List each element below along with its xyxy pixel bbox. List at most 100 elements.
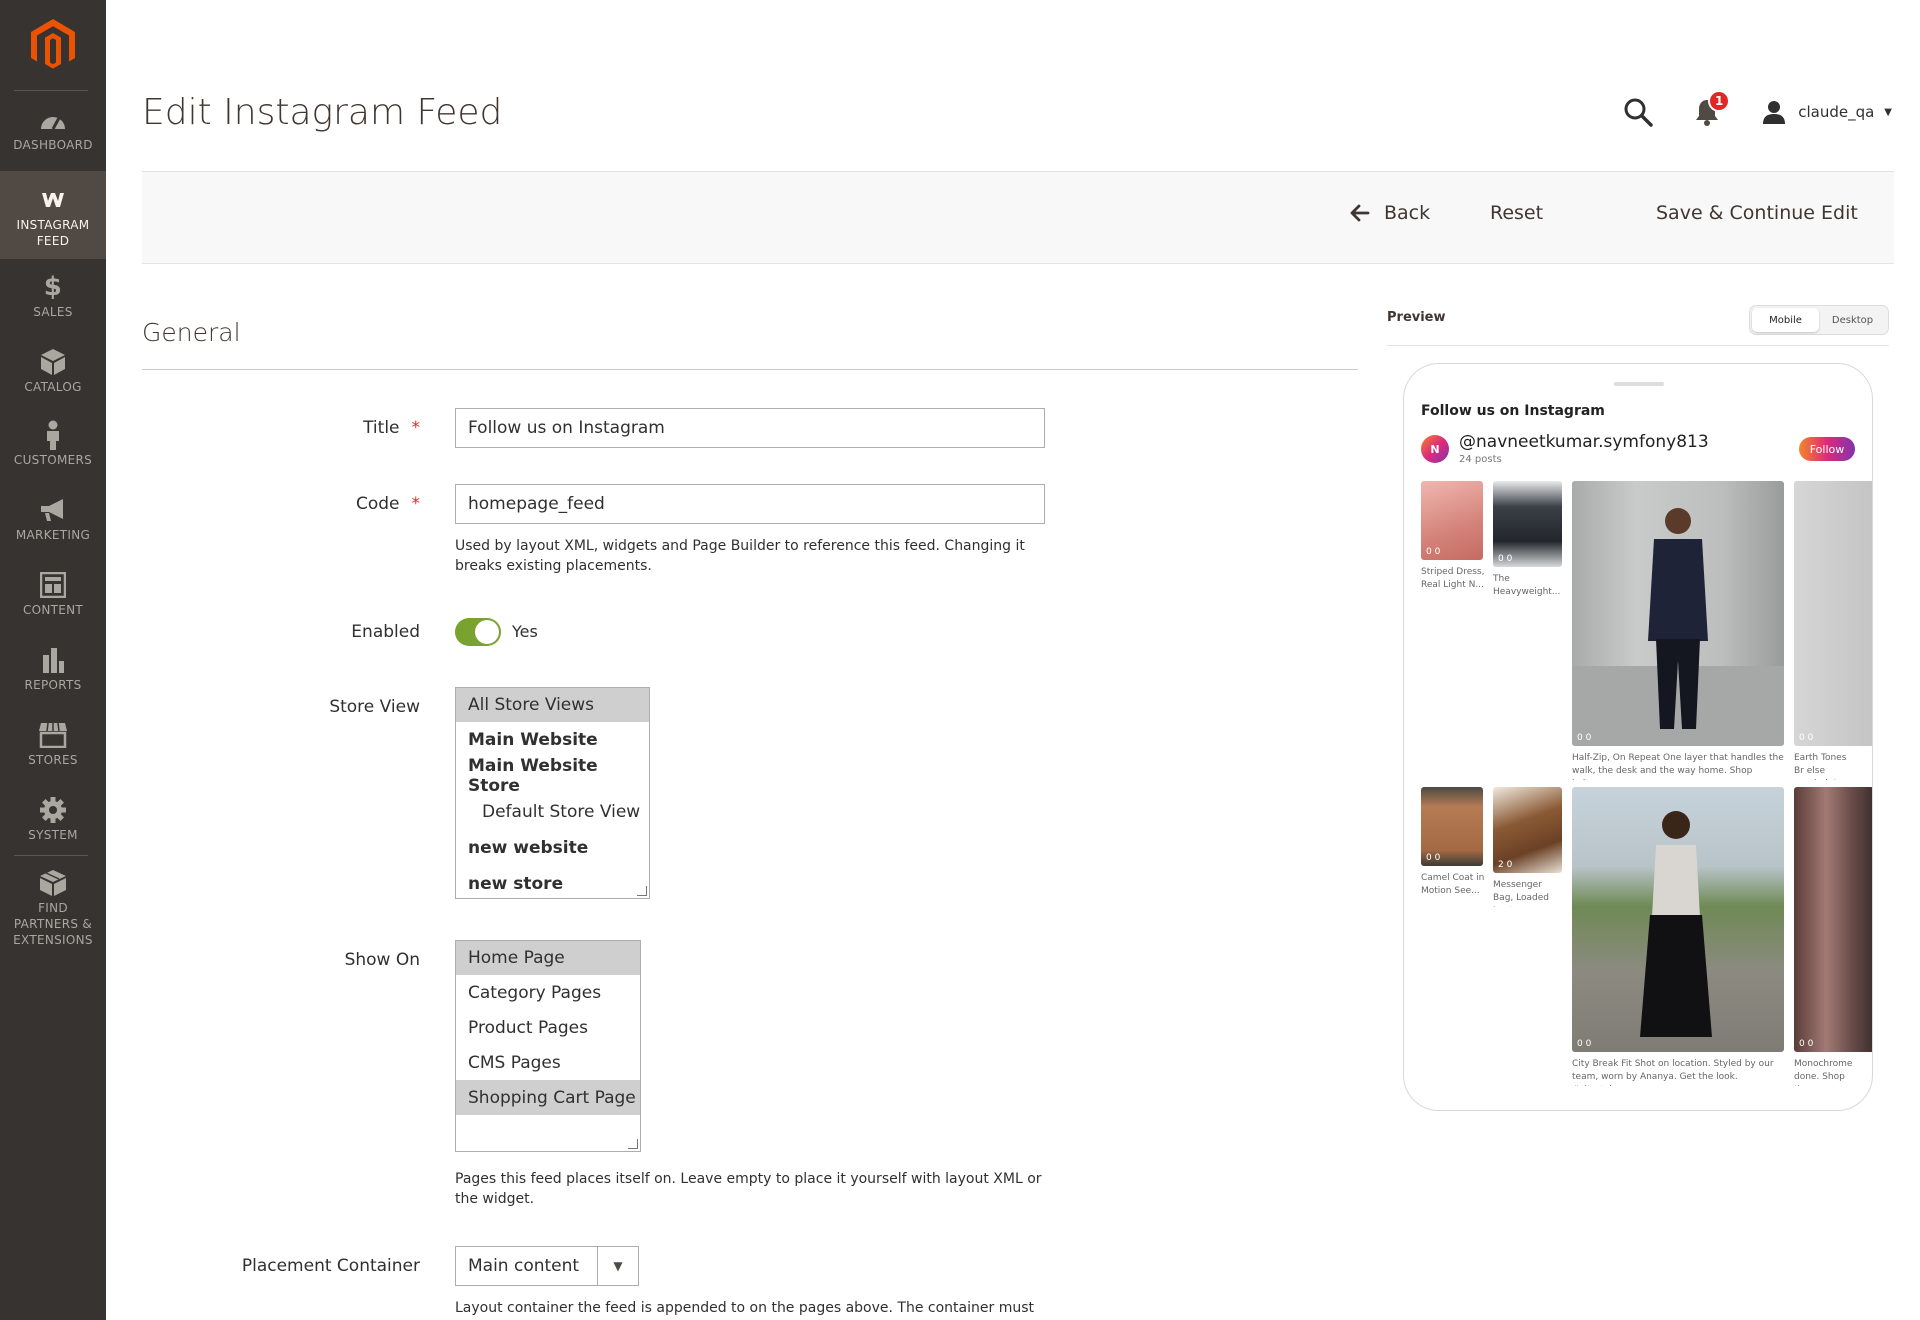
enabled-toggle-value: Yes — [512, 622, 538, 641]
sidebar-item-label: STORES — [28, 753, 78, 767]
preview-mobile-button[interactable]: Mobile — [1752, 308, 1819, 332]
back-button[interactable]: Back — [1350, 202, 1430, 224]
sidebar-item-label: CUSTOMERS — [13, 453, 93, 467]
arrow-left-icon — [1350, 204, 1370, 222]
store-view-multiselect[interactable]: All Store Views Main Website Main Websit… — [455, 687, 650, 899]
feed-tile-image[interactable]: 0 0 — [1572, 481, 1784, 746]
phone-notch — [1614, 382, 1664, 386]
notifications-badge: 1 — [1708, 90, 1731, 112]
store-view-option[interactable]: new website — [456, 830, 649, 866]
admin-sidebar: DASHBOARD INSTAGRAM FEED $ SALES CATALOG… — [0, 0, 106, 1320]
sidebar-item-reports[interactable]: REPORTS — [0, 645, 106, 711]
store-view-field-label: Store View — [329, 697, 420, 717]
save-continue-button[interactable]: Save & Continue Edit — [1656, 202, 1858, 224]
sidebar-item-dashboard[interactable]: DASHBOARD — [0, 105, 106, 171]
sidebar-item-sales[interactable]: $ SALES — [0, 272, 106, 338]
tile-stats: 0 0 — [1577, 733, 1592, 743]
sidebar-item-label: FIND PARTNERS & EXTENSIONS — [13, 901, 93, 947]
enabled-toggle[interactable] — [455, 618, 501, 646]
tile-photo-figure — [1640, 811, 1712, 1037]
title-input[interactable]: Follow us on Instagram — [455, 408, 1045, 448]
instagram-feed-icon — [42, 193, 64, 207]
feed-title: Follow us on Instagram — [1421, 403, 1605, 419]
tile-caption: Camel Coat in Motion See... — [1421, 873, 1485, 896]
username: claude_qa — [1798, 103, 1875, 121]
preview-device-switch: Mobile Desktop — [1749, 305, 1889, 335]
feed-tile-image[interactable]: 0 0 — [1794, 481, 1872, 746]
resize-handle[interactable] — [628, 1139, 638, 1149]
magento-logo-icon — [31, 19, 75, 69]
store-view-option[interactable]: Main Website Store — [456, 756, 649, 796]
tile-photo-figure — [1572, 508, 1784, 746]
show-on-multiselect[interactable]: Home Page Category Pages Product Pages C… — [455, 940, 641, 1152]
placement-field-note: Layout container the feed is appended to… — [455, 1300, 1034, 1316]
sidebar-item-catalog[interactable]: CATALOG — [0, 347, 106, 413]
user-menu[interactable]: claude_qa ▼ — [1762, 100, 1892, 124]
feed-tile-image[interactable]: 0 0 — [1421, 481, 1483, 560]
sidebar-item-label: SALES — [33, 305, 73, 319]
code-input[interactable]: homepage_feed — [455, 484, 1045, 524]
code-field-label: Code * — [356, 494, 420, 514]
sidebar-item-system[interactable]: SYSTEM — [0, 795, 106, 861]
customers-person-icon — [47, 420, 59, 450]
page-actions-toolbar: Back Reset Save & Continue Edit — [142, 171, 1894, 264]
tile-stats: 2 0 — [1498, 860, 1513, 870]
extensions-cube-icon — [40, 870, 66, 896]
tile-caption: Monochrome done. Shop th — [1794, 1059, 1853, 1086]
feed-tile-image[interactable]: 0 0 — [1572, 787, 1784, 1052]
sidebar-item-marketing[interactable]: MARKETING — [0, 495, 106, 561]
back-button-label: Back — [1384, 202, 1431, 224]
feed-tile-image[interactable]: 0 0 — [1794, 787, 1872, 1052]
tile-caption: Striped Dress, Real Light N... — [1421, 567, 1485, 590]
gear-icon — [40, 797, 66, 823]
show-on-option[interactable]: Product Pages — [456, 1010, 640, 1045]
notifications-button[interactable]: 1 — [1694, 90, 1731, 126]
tile-caption: City Break Fit Shot on location. Styled … — [1572, 1059, 1774, 1086]
sidebar-item-instagram-feed[interactable]: INSTAGRAM FEED — [0, 171, 106, 259]
show-on-option[interactable]: Home Page — [456, 941, 640, 975]
title-input-value: Follow us on Instagram — [468, 418, 665, 438]
sidebar-item-find-partners[interactable]: FIND PARTNERS & EXTENSIONS — [0, 868, 106, 958]
sidebar-item-stores[interactable]: STORES — [0, 720, 106, 786]
store-view-option[interactable]: Main Website — [456, 722, 649, 758]
follow-button[interactable]: Follow — [1799, 437, 1855, 461]
profile-handle: @navneetkumar.symfony813 — [1459, 432, 1709, 452]
sidebar-item-label: INSTAGRAM FEED — [16, 218, 90, 248]
preview-divider — [1387, 345, 1889, 346]
show-on-option[interactable]: CMS Pages — [456, 1045, 640, 1080]
reset-button-label: Reset — [1490, 202, 1544, 224]
required-asterisk: * — [411, 418, 421, 438]
show-on-option[interactable]: Category Pages — [456, 975, 640, 1010]
store-view-option[interactable]: new store — [456, 866, 649, 898]
store-view-option[interactable]: Default Store View — [456, 794, 649, 830]
store-view-option[interactable]: All Store Views — [456, 688, 649, 722]
content-layout-icon — [40, 572, 66, 598]
sidebar-item-content[interactable]: CONTENT — [0, 570, 106, 636]
reset-button[interactable]: Reset — [1490, 202, 1543, 224]
tile-stats: 0 0 — [1498, 554, 1513, 564]
code-label-text: Code — [355, 494, 400, 514]
search-icon[interactable] — [1622, 96, 1654, 128]
tile-caption: Earth Tones Br else needed. L — [1794, 753, 1847, 780]
catalog-box-icon — [41, 349, 65, 375]
feed-tile-image[interactable]: 0 0 — [1493, 481, 1562, 567]
show-on-field-label: Show On — [344, 950, 420, 970]
feed-tile-image[interactable]: 0 0 — [1421, 787, 1483, 866]
chevron-down-icon: ▼ — [613, 1259, 623, 1273]
user-avatar-icon — [1763, 101, 1786, 124]
tile-caption: The Heavyweight... — [1493, 574, 1561, 597]
tile-stats: 0 0 — [1426, 547, 1441, 557]
preview-desktop-button[interactable]: Desktop — [1819, 308, 1886, 332]
magento-logo[interactable] — [0, 0, 106, 90]
tile-caption: Half-Zip, On Repeat One layer that handl… — [1572, 753, 1784, 780]
show-on-option[interactable]: Shopping Cart Page — [456, 1080, 640, 1115]
resize-handle[interactable] — [637, 886, 647, 896]
header-actions: 1 claude_qa ▼ — [1622, 90, 1892, 132]
save-continue-button-label: Save & Continue Edit — [1656, 202, 1858, 224]
placement-container-select[interactable]: Main content ▼ — [455, 1246, 639, 1286]
enabled-field-label: Enabled — [351, 622, 420, 642]
tile-stats: 0 0 — [1799, 1039, 1814, 1049]
feed-tile-image[interactable]: 2 0 — [1493, 787, 1562, 873]
sidebar-item-customers[interactable]: CUSTOMERS — [0, 420, 106, 486]
megaphone-icon — [41, 499, 63, 521]
